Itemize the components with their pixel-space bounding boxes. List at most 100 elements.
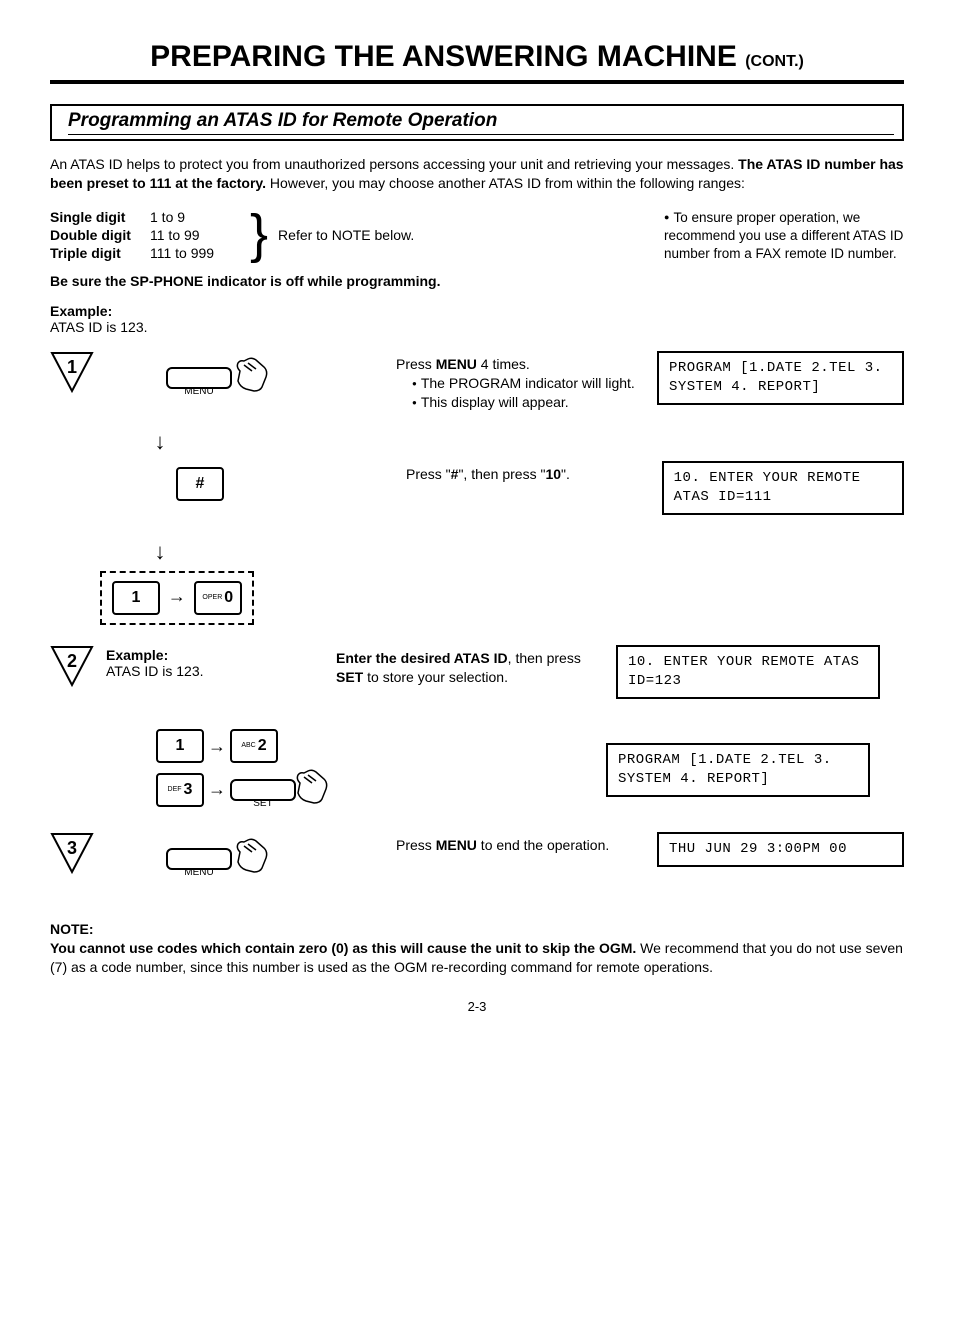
step-1b-visual: # <box>96 461 406 501</box>
key-1b: 1 <box>156 729 204 763</box>
note-block: NOTE: You cannot use codes which contain… <box>50 920 904 977</box>
step-2-row: 2 Example: ATAS ID is 123. Enter the des… <box>50 645 904 715</box>
s1-tb: MENU <box>436 356 477 372</box>
hand-icon <box>234 838 274 879</box>
range-double-lbl: Double digit <box>50 227 150 243</box>
title-cont: (CONT.) <box>745 53 804 70</box>
s1-ta: Press <box>396 356 436 372</box>
s2-ta: Enter the desired ATAS ID <box>336 650 508 666</box>
range-single-val: 1 to 9 <box>150 209 240 225</box>
ensure-text: To ensure proper operation, we recommend… <box>664 210 903 261</box>
s1-sub1: The PROGRAM indicator will light. <box>412 374 647 393</box>
title-rule <box>50 80 904 84</box>
range-double-val: 11 to 99 <box>150 227 240 243</box>
right-arrow-icon: → <box>168 586 186 606</box>
s3-tc: to end the operation. <box>477 837 609 853</box>
dashed-box: 1 → OPER0 <box>100 571 254 625</box>
menu-label: MENU <box>168 864 230 882</box>
step-1-row: 1 MENU Press MENU 4 times. The PROGRAM i… <box>50 351 904 421</box>
intro-a: An ATAS ID helps to protect you from una… <box>50 156 738 172</box>
step-2-keys: 1 → ABC2 DEF3 → SET <box>96 723 596 816</box>
page-number: 2-3 <box>50 999 904 1014</box>
example-hdr: Example: <box>50 303 112 319</box>
key-0-val: 0 <box>224 590 233 607</box>
right-arrow-icon: → <box>208 779 226 800</box>
svg-text:2: 2 <box>67 651 77 671</box>
range-triple-lbl: Triple digit <box>50 245 150 261</box>
step-1-text: Press MENU 4 times. The PROGRAM indicato… <box>396 351 647 412</box>
key-3-tiny: DEF <box>168 786 182 793</box>
display-1b: 10. ENTER YOUR REMOTE ATAS ID=111 <box>662 461 904 515</box>
example-block: Example: ATAS ID is 123. <box>50 303 904 335</box>
step-2-example: Example: ATAS ID is 123. <box>96 645 336 679</box>
range-table: Single digit 1 to 9 Double digit 11 to 9… <box>50 209 240 261</box>
step-1-number: 1 <box>50 351 96 395</box>
s3-ta: Press <box>396 837 436 853</box>
menu-button: MENU <box>166 367 232 389</box>
down-arrow-icon: ↓ <box>140 429 180 455</box>
s1b-te: ". <box>561 466 570 482</box>
key-3-val: 3 <box>184 781 193 798</box>
step-3-visual: MENU <box>96 832 396 879</box>
note-bold: You cannot use codes which contain zero … <box>50 940 636 956</box>
key-hash: # <box>176 467 224 501</box>
ensure-note: To ensure proper operation, we recommend… <box>664 209 904 264</box>
section-header-box: Programming an ATAS ID for Remote Operat… <box>50 104 904 141</box>
s1-tc: 4 times. <box>477 356 530 372</box>
title-main: PREPARING THE ANSWERING MACHINE <box>150 40 737 73</box>
key-2-tiny: ABC <box>241 742 255 749</box>
right-arrow-icon: → <box>208 736 226 757</box>
example-val: ATAS ID is 123. <box>50 319 148 335</box>
note-hdr: NOTE: <box>50 920 904 939</box>
s3-tb: MENU <box>436 837 477 853</box>
keys-1-0-box: 1 → OPER0 <box>50 571 904 625</box>
display-2b: PROGRAM [1.DATE 2.TEL 3. SYSTEM 4. REPOR… <box>606 743 870 797</box>
key-2-val: 2 <box>258 738 267 755</box>
display-2a: 10. ENTER YOUR REMOTE ATAS ID=123 <box>616 645 880 699</box>
page-title: PREPARING THE ANSWERING MACHINE (CONT.) <box>50 40 904 74</box>
key-3: DEF3 <box>156 773 204 807</box>
s1-sub2: This display will appear. <box>412 393 647 412</box>
step-1-visual: MENU <box>96 351 396 398</box>
menu-label: MENU <box>168 383 230 401</box>
down-arrow-icon: ↓ <box>140 539 180 565</box>
step-1b-row: # Press "#", then press "10". 10. ENTER … <box>50 461 904 531</box>
step-3-number: 3 <box>50 832 96 876</box>
key-0: OPER0 <box>194 581 242 615</box>
key-2: ABC2 <box>230 729 278 763</box>
refer-text: Refer to NOTE below. <box>278 227 414 243</box>
display-1: PROGRAM [1.DATE 2.TEL 3. SYSTEM 4. REPOR… <box>657 351 904 405</box>
s1b-tc: ", then press " <box>458 466 545 482</box>
svg-text:3: 3 <box>67 838 77 858</box>
s2-tc: SET <box>336 669 363 685</box>
step-2-number: 2 <box>50 645 96 689</box>
hand-icon <box>234 357 274 398</box>
svg-text:1: 1 <box>67 357 77 377</box>
set-label: SET <box>232 795 294 813</box>
range-single-lbl: Single digit <box>50 209 150 225</box>
display-3: THU JUN 29 3:00PM 00 <box>657 832 904 867</box>
menu-button: MENU <box>166 848 232 870</box>
intro-c: However, you may choose another ATAS ID … <box>266 175 745 191</box>
s2-ex-hdr: Example: <box>106 647 168 663</box>
s1b-ta: Press " <box>406 466 451 482</box>
s1b-td: 10 <box>545 466 561 482</box>
s2-tb: , then press <box>508 650 581 666</box>
key-1: 1 <box>112 581 160 615</box>
range-triple-val: 111 to 999 <box>150 245 240 261</box>
step-2-text: Enter the desired ATAS ID, then press SE… <box>336 645 606 687</box>
key-0-tiny: OPER <box>202 594 222 601</box>
brace-icon: } <box>250 207 268 261</box>
intro-paragraph: An ATAS ID helps to protect you from una… <box>50 155 904 193</box>
warn-text: Be sure the SP-PHONE indicator is off wh… <box>50 273 904 289</box>
hand-icon <box>294 769 334 810</box>
s2-td: to store your selection. <box>363 669 508 685</box>
step-3-row: 3 MENU Press MENU to end the operation. … <box>50 832 904 902</box>
range-row: Single digit 1 to 9 Double digit 11 to 9… <box>50 209 904 264</box>
step-2-keys-row: 1 → ABC2 DEF3 → SET PROGRAM [1.DATE 2.TE… <box>50 723 904 816</box>
step-1b-text: Press "#", then press "10". <box>406 461 652 484</box>
section-header-text: Programming an ATAS ID for Remote Operat… <box>68 110 894 135</box>
step-3-text: Press MENU to end the operation. <box>396 832 647 855</box>
set-button: SET <box>230 779 296 801</box>
s2-ex-val: ATAS ID is 123. <box>106 663 204 679</box>
